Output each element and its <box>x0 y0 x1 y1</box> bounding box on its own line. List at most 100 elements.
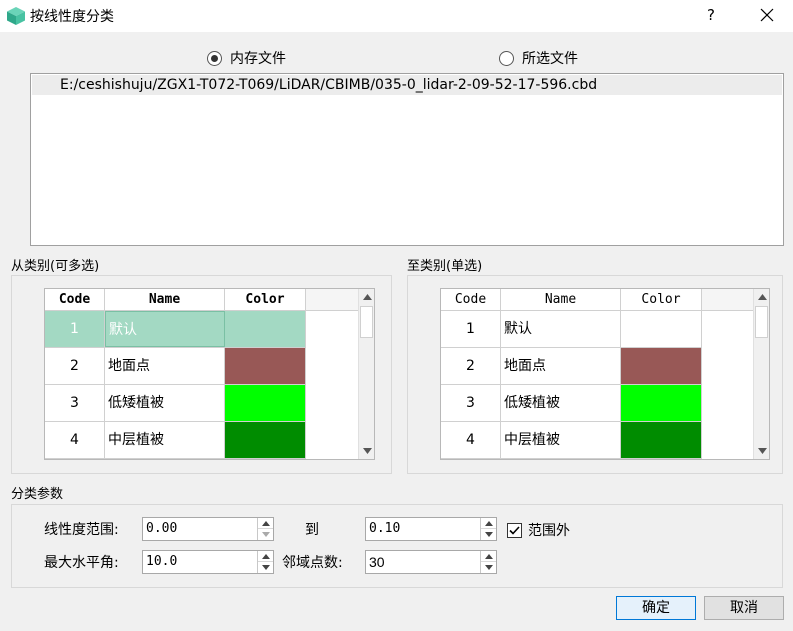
scroll-up-icon[interactable] <box>359 289 374 305</box>
close-icon[interactable] <box>755 4 779 26</box>
col-code[interactable]: Code <box>441 289 501 310</box>
code-cell: 4 <box>441 422 501 458</box>
color-swatch <box>225 348 305 384</box>
memory-file-radio[interactable]: 内存文件 <box>207 48 286 68</box>
help-button[interactable]: ? <box>700 4 722 26</box>
neighbor-count-spinbox[interactable]: 30 <box>365 550 497 574</box>
name-cell: 默认 <box>105 311 225 347</box>
spin-up-icon[interactable] <box>258 551 273 562</box>
name-cell: 中层植被 <box>501 422 621 458</box>
vertical-scrollbar[interactable] <box>753 289 769 459</box>
spin-up-icon[interactable] <box>481 518 496 529</box>
scroll-up-icon[interactable] <box>754 289 769 305</box>
color-cell[interactable] <box>225 422 306 458</box>
neighbor-count-label: 邻域点数: <box>282 555 343 571</box>
name-cell: 中层植被 <box>105 422 225 458</box>
to-label: 到 <box>305 522 319 538</box>
code-cell: 1 <box>45 311 105 347</box>
code-cell: 3 <box>441 385 501 421</box>
name-cell: 低矮植被 <box>105 385 225 421</box>
color-cell[interactable] <box>621 385 702 421</box>
scroll-thumb[interactable] <box>360 306 373 338</box>
table-row[interactable]: 2 地面点 <box>45 348 306 385</box>
table-row[interactable]: 2 地面点 <box>441 348 702 385</box>
out-of-range-checkbox[interactable]: 范围外 <box>507 520 570 540</box>
table-header: Code Name Color <box>441 289 755 311</box>
ok-button[interactable]: 确定 <box>616 596 696 620</box>
table-row[interactable]: 4 中层植被 <box>441 422 702 459</box>
file-list-item[interactable]: E:/ceshishuju/ZGX1-T072-T069/LiDAR/CBIMB… <box>32 75 782 95</box>
table-header: Code Name Color <box>45 289 360 311</box>
color-cell[interactable] <box>225 311 306 347</box>
header-filler <box>306 289 360 310</box>
spin-down-icon[interactable] <box>481 562 496 573</box>
code-cell: 4 <box>45 422 105 458</box>
max-horizontal-angle-spinbox[interactable]: 10.0 <box>142 550 274 574</box>
to-class-label: 至类别(单选) <box>407 259 483 274</box>
color-cell[interactable] <box>225 385 306 421</box>
scroll-down-icon[interactable] <box>359 443 374 459</box>
scroll-thumb[interactable] <box>755 306 768 338</box>
max-horizontal-angle-label: 最大水平角: <box>44 555 119 571</box>
neighbor-count-value: 30 <box>369 554 385 570</box>
table-row[interactable]: 1 默认 <box>441 311 702 348</box>
scroll-down-icon[interactable] <box>754 443 769 459</box>
col-name[interactable]: Name <box>501 289 621 310</box>
col-code[interactable]: Code <box>45 289 105 310</box>
name-cell: 地面点 <box>501 348 621 384</box>
table-row[interactable]: 3 低矮植被 <box>45 385 306 422</box>
linearity-max-value: 0.10 <box>369 521 401 536</box>
vertical-scrollbar[interactable] <box>358 289 374 459</box>
color-swatch <box>621 385 701 421</box>
max-horizontal-angle-value: 10.0 <box>146 554 178 569</box>
name-cell: 默认 <box>501 311 621 347</box>
col-color[interactable]: Color <box>225 289 306 310</box>
code-cell: 1 <box>441 311 501 347</box>
color-cell[interactable] <box>621 311 702 347</box>
memory-file-label: 内存文件 <box>230 51 286 67</box>
title-bar: 按线性度分类 ? <box>0 0 793 32</box>
spin-down-icon[interactable] <box>481 529 496 540</box>
color-cell[interactable] <box>225 348 306 384</box>
color-swatch <box>225 385 305 421</box>
params-label: 分类参数 <box>11 487 64 502</box>
code-cell: 3 <box>45 385 105 421</box>
table-row[interactable]: 3 低矮植被 <box>441 385 702 422</box>
linearity-min-spinbox[interactable]: 0.00 <box>142 517 274 541</box>
color-swatch <box>225 422 305 458</box>
to-class-table[interactable]: Code Name Color 1 默认 2 地面点 3 低矮植被 4 中层植被 <box>440 288 770 460</box>
from-class-table[interactable]: Code Name Color 1 默认 2 地面点 3 低矮植被 4 中层植被 <box>44 288 375 460</box>
from-class-label: 从类别(可多选) <box>11 259 100 274</box>
selected-file-label: 所选文件 <box>522 51 578 67</box>
name-cell: 地面点 <box>105 348 225 384</box>
selected-file-radio[interactable]: 所选文件 <box>499 48 578 68</box>
file-list[interactable]: E:/ceshishuju/ZGX1-T072-T069/LiDAR/CBIMB… <box>30 73 784 246</box>
spin-up-icon[interactable] <box>258 518 273 529</box>
col-name[interactable]: Name <box>105 289 225 310</box>
out-of-range-label: 范围外 <box>528 523 570 539</box>
color-swatch <box>225 311 305 347</box>
spin-up-icon[interactable] <box>481 551 496 562</box>
cancel-button[interactable]: 取消 <box>704 596 784 620</box>
linearity-max-spinbox[interactable]: 0.10 <box>365 517 497 541</box>
dialog-body: 内存文件 所选文件 E:/ceshishuju/ZGX1-T072-T069/L… <box>0 32 793 631</box>
table-row[interactable]: 1 默认 <box>45 311 306 348</box>
linearity-range-label: 线性度范围: <box>44 522 119 538</box>
table-row[interactable]: 4 中层植被 <box>45 422 306 459</box>
spin-down-icon[interactable] <box>258 562 273 573</box>
color-swatch <box>621 311 701 347</box>
spin-down-icon[interactable] <box>258 529 273 540</box>
checkmark-icon <box>507 522 522 538</box>
code-cell: 2 <box>441 348 501 384</box>
header-filler <box>702 289 755 310</box>
window-title: 按线性度分类 <box>30 9 114 25</box>
color-swatch <box>621 422 701 458</box>
cube-app-icon <box>7 7 25 25</box>
col-color[interactable]: Color <box>621 289 702 310</box>
radio-unchecked-icon <box>499 50 514 66</box>
radio-checked-icon <box>207 50 222 66</box>
name-cell: 低矮植被 <box>501 385 621 421</box>
color-cell[interactable] <box>621 348 702 384</box>
linearity-min-value: 0.00 <box>146 521 178 536</box>
color-cell[interactable] <box>621 422 702 458</box>
